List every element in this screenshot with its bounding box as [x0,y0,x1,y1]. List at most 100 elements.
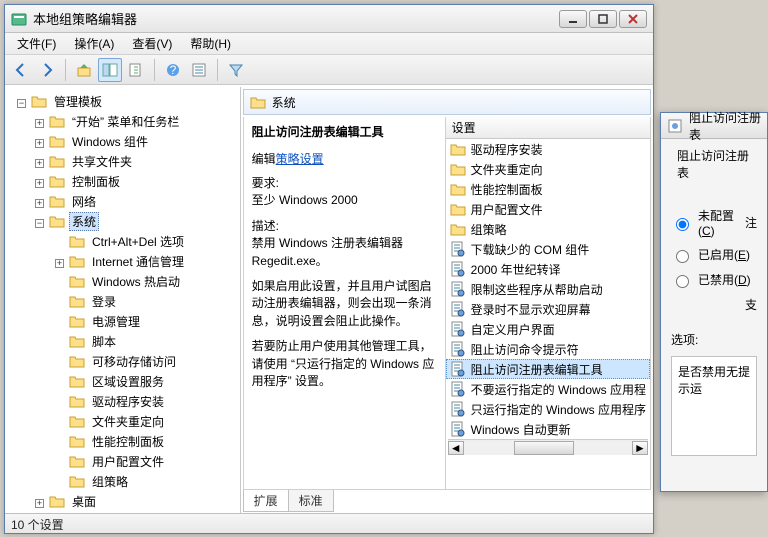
collapse-icon[interactable]: − [17,99,26,108]
folder-open-icon [250,95,266,109]
horizontal-scrollbar[interactable]: ◄ ► [448,439,648,455]
list-item[interactable]: Windows 自动更新 [446,419,650,439]
tree-item[interactable]: 用户配置文件 [5,451,240,471]
export-button[interactable] [124,58,148,82]
expand-icon[interactable]: + [35,159,44,168]
list-item[interactable]: 组策略 [446,219,650,239]
tree-item[interactable]: 组策略 [5,471,240,491]
policy-icon [450,421,466,437]
expand-icon[interactable]: + [35,139,44,148]
list-item[interactable]: 性能控制面板 [446,179,650,199]
up-level-button[interactable] [72,58,96,82]
tree-item[interactable]: Windows 热启动 [5,271,240,291]
expand-icon[interactable]: + [35,499,44,508]
folder-icon [69,234,85,248]
list-item[interactable]: 阻止访问命令提示符 [446,339,650,359]
menu-file[interactable]: 文件(F) [9,33,64,54]
tree-item[interactable]: +共享文件夹 [5,151,240,171]
dialog-heading: 阻止访问注册表 [677,147,757,181]
folder-icon [49,214,65,228]
folder-icon [49,174,65,188]
tree-item[interactable]: 脚本 [5,331,240,351]
menu-help[interactable]: 帮助(H) [182,33,239,54]
tree-item[interactable]: +“开始” 菜单和任务栏 [5,111,240,131]
tree-item[interactable]: 区域设置服务 [5,371,240,391]
radio-enabled[interactable] [676,250,689,263]
tree-item[interactable]: Ctrl+Alt+Del 选项 [5,231,240,251]
list-item[interactable]: 只运行指定的 Windows 应用程序 [446,399,650,419]
svg-text:?: ? [170,63,177,77]
req-value: 至少 Windows 2000 [252,193,358,207]
tree-item[interactable]: 性能控制面板 [5,431,240,451]
tree-item[interactable]: 登录 [5,291,240,311]
expand-icon[interactable]: + [35,119,44,128]
list-item[interactable]: 限制这些程序从帮助启动 [446,279,650,299]
policy-icon [450,281,466,297]
tab-extended[interactable]: 扩展 [243,490,289,512]
show-tree-button[interactable] [98,58,122,82]
folder-icon [450,161,466,177]
menu-action[interactable]: 操作(A) [66,33,122,54]
policy-icon [450,381,466,397]
maximize-button[interactable] [589,10,617,28]
folder-icon [49,194,65,208]
scroll-left-button[interactable]: ◄ [448,441,464,455]
settings-list[interactable]: 设置 驱动程序安装文件夹重定向性能控制面板用户配置文件组策略下载缺少的 COM … [446,117,650,489]
close-button[interactable] [619,10,647,28]
policy-icon [450,321,466,337]
minimize-button[interactable] [559,10,587,28]
scroll-right-button[interactable]: ► [632,441,648,455]
tab-standard[interactable]: 标准 [288,490,334,512]
filter-button[interactable] [224,58,248,82]
edit-policy-link[interactable]: 策略设置 [276,152,324,166]
folder-icon [69,454,85,468]
folder-icon [450,201,466,217]
list-item[interactable]: 用户配置文件 [446,199,650,219]
nav-tree[interactable]: − 管理模板 +“开始” 菜单和任务栏+Windows 组件+共享文件夹+控制面… [5,87,241,513]
list-item[interactable]: 文件夹重定向 [446,159,650,179]
tree-item[interactable]: +控制面板 [5,171,240,191]
help-button[interactable]: ? [161,58,185,82]
folder-icon [69,354,85,368]
radio-not-configured[interactable] [676,218,689,231]
expand-icon[interactable]: + [55,259,64,268]
folder-icon [69,314,85,328]
policy-icon [450,301,466,317]
list-item[interactable]: 不要运行指定的 Windows 应用程 [446,379,650,399]
list-item[interactable]: 阻止访问注册表编辑工具 [446,359,650,379]
list-item[interactable]: 驱动程序安装 [446,139,650,159]
folder-icon [450,141,466,157]
tree-item[interactable]: +Internet 通信管理 [5,251,240,271]
collapse-icon[interactable]: − [35,219,44,228]
tree-item[interactable]: 驱动程序安装 [5,391,240,411]
column-header-setting[interactable]: 设置 [446,117,650,139]
expand-icon[interactable]: + [35,179,44,188]
folder-icon [69,474,85,488]
tree-item[interactable]: 电源管理 [5,311,240,331]
tree-item[interactable]: +Windows 组件 [5,131,240,151]
menu-view[interactable]: 查看(V) [124,33,180,54]
radio-disabled[interactable] [676,275,689,288]
desc-label: 描述: [252,219,279,233]
forward-button[interactable] [35,58,59,82]
list-item[interactable]: 下载缺少的 COM 组件 [446,239,650,259]
tree-item-desktop[interactable]: + 桌面 [5,491,240,511]
list-item[interactable]: 2000 年世纪转译 [446,259,650,279]
scroll-thumb[interactable] [514,441,574,455]
list-item[interactable]: 自定义用户界面 [446,319,650,339]
tree-item[interactable]: 可移动存储访问 [5,351,240,371]
expand-icon[interactable]: + [35,199,44,208]
list-item[interactable]: 登录时不显示欢迎屏幕 [446,299,650,319]
properties-button[interactable] [187,58,211,82]
tree-item[interactable]: +网络 [5,191,240,211]
tree-item[interactable]: −系统 [5,211,240,231]
radio-disabled-label: 已禁用(D) [698,271,751,288]
tree-admin-templates[interactable]: − 管理模板 [5,91,240,111]
detail-pane: 阻止访问注册表编辑工具 编辑策略设置 要求: 至少 Windows 2000 描… [244,117,446,489]
policy-icon [450,261,466,277]
back-button[interactable] [9,58,33,82]
content-header-title: 系统 [272,94,296,111]
options-label: 选项: [671,331,757,348]
folder-icon [49,154,65,168]
tree-item[interactable]: 文件夹重定向 [5,411,240,431]
